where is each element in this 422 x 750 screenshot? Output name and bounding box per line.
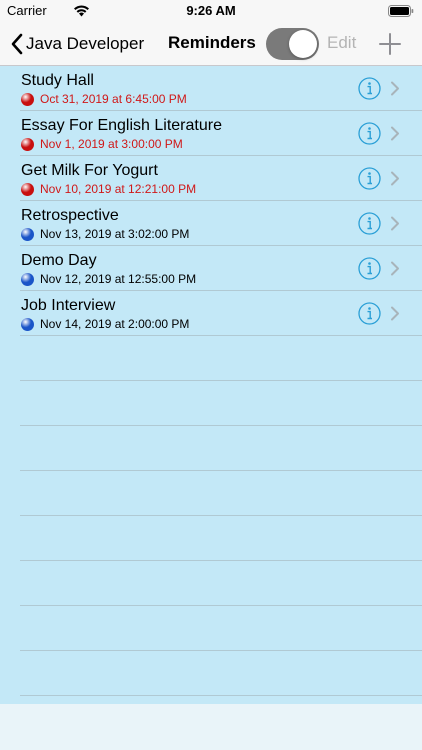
chevron-right-icon [391, 306, 399, 321]
clock-time: 9:26 AM [186, 3, 236, 18]
chevron-right-icon [391, 216, 399, 231]
reminder-subtitle: Oct 31, 2019 at 6:45:00 PM [21, 92, 187, 106]
plus-icon[interactable] [377, 31, 403, 57]
reminder-date: Nov 10, 2019 at 12:21:00 PM [40, 182, 197, 196]
reminder-date: Nov 12, 2019 at 12:55:00 PM [40, 272, 197, 286]
red-status-dot-icon [21, 137, 34, 151]
info-icon[interactable] [358, 122, 381, 145]
navigation-bar: Java Developer Reminders Edit [0, 22, 422, 66]
row-separator [20, 335, 422, 336]
battery-icon [388, 5, 414, 17]
chevron-right-icon [391, 81, 399, 96]
reminder-subtitle: Nov 1, 2019 at 3:00:00 PM [21, 137, 183, 151]
reminder-row[interactable]: Job Interview Nov 14, 2019 at 2:00:00 PM [0, 291, 422, 336]
row-separator [20, 515, 422, 516]
row-separator [20, 425, 422, 426]
bottom-toolbar [0, 704, 422, 750]
chevron-right-icon [391, 126, 399, 141]
reminder-title: Get Milk For Yogurt [21, 162, 158, 179]
chevron-right-icon [391, 171, 399, 186]
reminder-row[interactable]: Retrospective Nov 13, 2019 at 3:02:00 PM [0, 201, 422, 246]
back-button[interactable]: Java Developer [10, 30, 144, 58]
reminder-row[interactable]: Demo Day Nov 12, 2019 at 12:55:00 PM [0, 246, 422, 291]
chevron-left-icon [11, 33, 23, 55]
reminder-date: Oct 31, 2019 at 6:45:00 PM [40, 92, 187, 106]
reminder-subtitle: Nov 12, 2019 at 12:55:00 PM [21, 272, 196, 286]
row-separator [20, 695, 422, 696]
reminder-row[interactable]: Study Hall Oct 31, 2019 at 6:45:00 PM [0, 66, 422, 111]
row-separator [20, 470, 422, 471]
reminder-date: Nov 13, 2019 at 3:02:00 PM [40, 227, 190, 241]
toggle-knob [289, 30, 317, 58]
row-separator [20, 650, 422, 651]
blue-status-dot-icon [21, 272, 34, 286]
info-icon[interactable] [358, 257, 381, 280]
info-icon[interactable] [358, 212, 381, 235]
reminder-title: Job Interview [21, 297, 116, 314]
chevron-right-icon [391, 261, 399, 276]
red-status-dot-icon [21, 92, 34, 106]
back-button-label: Java Developer [26, 34, 145, 53]
info-icon[interactable] [358, 77, 381, 100]
blue-status-dot-icon [21, 227, 34, 241]
reminder-subtitle: Nov 10, 2019 at 12:21:00 PM [21, 182, 196, 196]
reminder-title: Essay For English Literature [21, 117, 222, 134]
info-icon[interactable] [358, 302, 381, 325]
reminder-row[interactable]: Get Milk For Yogurt Nov 10, 2019 at 12:21… [0, 156, 422, 201]
status-bar: Carrier 9:26 AM [0, 0, 422, 22]
reminder-title: Retrospective [21, 207, 119, 224]
reminder-subtitle: Nov 14, 2019 at 2:00:00 PM [21, 317, 189, 331]
row-separator [20, 380, 422, 381]
row-separator [20, 605, 422, 606]
reminder-row[interactable]: Essay For English Literature Nov 1, 2019 … [0, 111, 422, 156]
row-separator [20, 560, 422, 561]
toggle-switch[interactable] [266, 28, 319, 60]
blue-status-dot-icon [21, 317, 34, 331]
reminders-list: Study Hall Oct 31, 2019 at 6:45:00 PM Essa… [0, 66, 422, 704]
reminder-title: Demo Day [21, 252, 97, 269]
reminder-date: Nov 1, 2019 at 3:00:00 PM [40, 137, 183, 151]
red-status-dot-icon [21, 182, 34, 196]
reminder-title: Study Hall [21, 72, 94, 89]
reminder-subtitle: Nov 13, 2019 at 3:02:00 PM [21, 227, 189, 241]
edit-button[interactable]: Edit [327, 33, 356, 53]
info-icon[interactable] [358, 167, 381, 190]
reminder-date: Nov 14, 2019 at 2:00:00 PM [40, 317, 190, 331]
page-title: Reminders [168, 33, 256, 52]
